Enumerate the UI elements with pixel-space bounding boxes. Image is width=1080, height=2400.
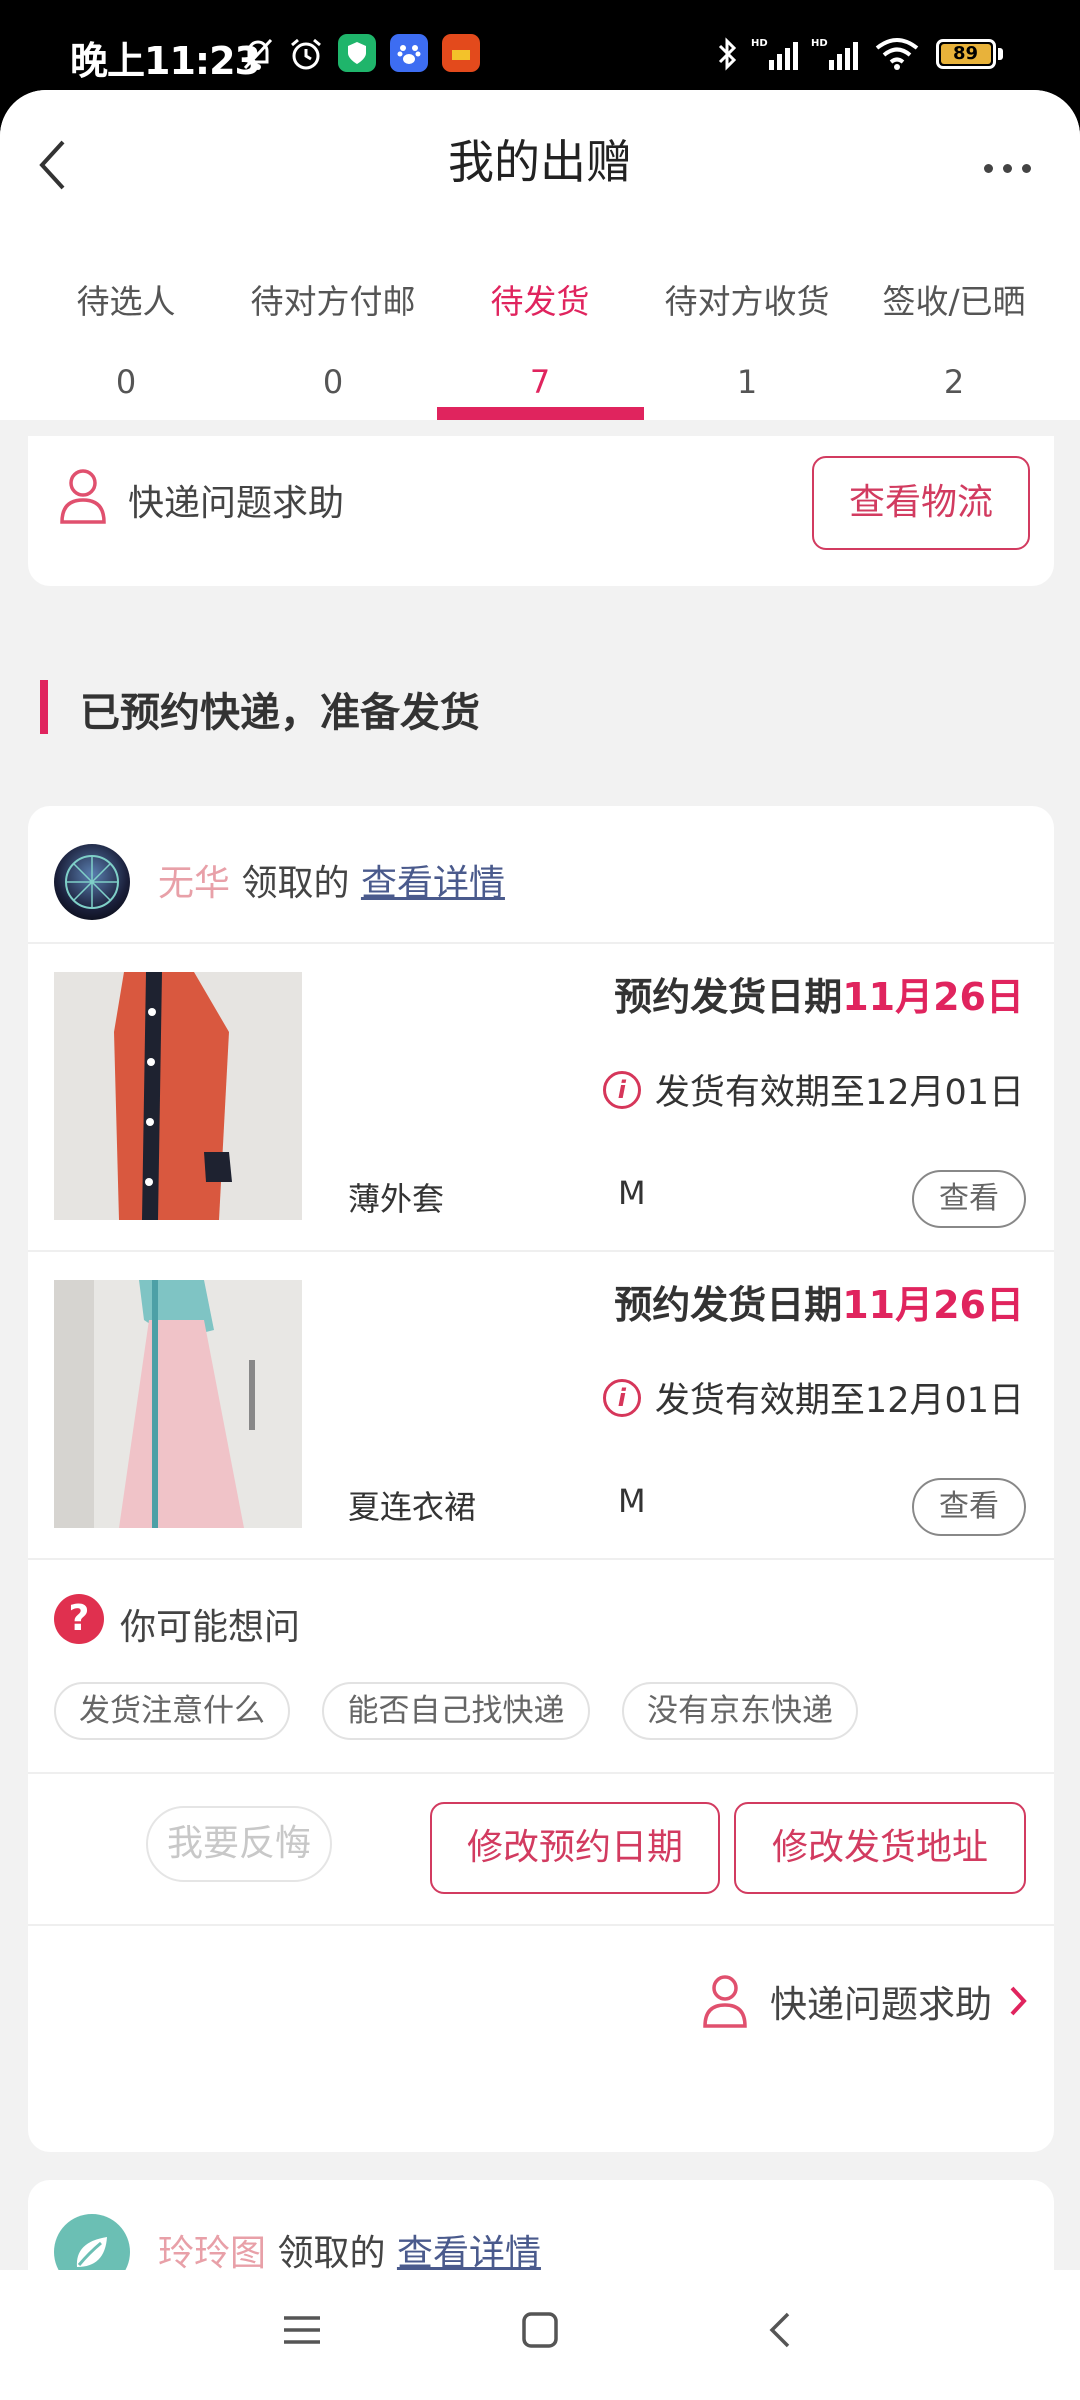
shipping-date-label: 预约发货日期 — [614, 975, 843, 1019]
svg-text:HD: HD — [751, 38, 768, 49]
home-square-icon — [522, 2312, 558, 2348]
valid-until-text: 发货有效期至12月01日 — [654, 1381, 1024, 1421]
faq-chip[interactable]: 没有京东快递 — [622, 1682, 858, 1740]
tab-label: 签收/已晒 — [882, 282, 1026, 321]
tab-count: 0 — [115, 363, 137, 401]
info-icon: i — [602, 1070, 641, 1109]
back-nav-button[interactable] — [760, 2310, 800, 2350]
more-icon — [984, 163, 1031, 173]
tab-signed-shared[interactable]: 签收/已晒 2 — [850, 275, 1058, 401]
receiver-name[interactable]: 无华 — [158, 863, 230, 904]
battery-icon: 89 — [934, 34, 1004, 74]
valid-until: i 发货有效期至12月01日 — [602, 1064, 1024, 1115]
battery-level: 89 — [940, 44, 991, 64]
menu-nav-button[interactable] — [282, 2310, 322, 2350]
valid-until-text: 发货有效期至12月01日 — [654, 1073, 1024, 1113]
tab-pending-postage[interactable]: 待对方付邮 0 — [229, 275, 437, 401]
shipping-date-label: 预约发货日期 — [614, 1283, 843, 1327]
product-size: M — [618, 1482, 646, 1520]
product-image — [54, 1280, 302, 1528]
tab-label: 待对方收货 — [664, 282, 830, 321]
view-logistics-button[interactable]: 查看物流 — [812, 456, 1030, 550]
express-help-label: 快递问题求助 — [128, 483, 345, 524]
received-label: 领取的 — [277, 2233, 386, 2274]
section-title: 已预约快递，准备发货 — [80, 690, 480, 736]
faq-chip[interactable]: 发货注意什么 — [54, 1682, 290, 1740]
shipping-date-value: 11月26日 — [842, 1283, 1024, 1327]
tab-count: 7 — [529, 363, 551, 401]
bluetooth-icon — [712, 34, 742, 74]
product-image — [54, 972, 302, 1220]
home-nav-button[interactable] — [520, 2310, 560, 2350]
tab-count: 0 — [322, 363, 344, 401]
divider — [28, 1924, 1054, 1926]
chevron-right-icon — [1010, 1986, 1027, 2016]
view-item-button[interactable]: 查看 — [912, 1170, 1026, 1228]
list-item[interactable]: 预约发货日期11月26日 i 发货有效期至12月01日 夏连衣裙 M 查看 — [28, 1252, 1054, 1558]
more-button[interactable] — [984, 148, 1044, 188]
tab-count: 1 — [736, 363, 758, 401]
tab-label: 待发货 — [490, 282, 590, 321]
back-triangle-icon — [769, 2312, 790, 2348]
header: 我的出赠 待选人 0 待对方付邮 0 待发货 7 待对方收货 1 签收/已晒 2 — [0, 90, 1080, 420]
shipping-date-value: 11月26日 — [842, 975, 1024, 1019]
question-icon: ? — [54, 1594, 104, 1644]
bell-off-icon — [238, 34, 278, 74]
shield-app-icon — [338, 34, 376, 72]
list-item[interactable]: 预约发货日期11月26日 i 发货有效期至12月01日 薄外套 M 查看 — [28, 944, 1054, 1250]
express-help-row[interactable]: 快递问题求助 — [648, 1966, 1028, 2036]
status-time: 晚上11:23 — [70, 39, 261, 83]
receiver-line: 无华 领取的 查看详情 — [158, 854, 505, 906]
change-date-button[interactable]: 修改预约日期 — [430, 1802, 720, 1894]
receiver-name[interactable]: 玲玲图 — [158, 2233, 266, 2274]
express-help-card: 快递问题求助 查看物流 — [28, 436, 1054, 586]
receiver-line: 玲玲图 领取的 查看详情 — [158, 2224, 541, 2276]
view-details-link[interactable]: 查看详情 — [397, 2233, 541, 2274]
order-card: 无华 领取的 查看详情 预约发货日期11月26日 i 发货有效期至12月01日 … — [28, 806, 1054, 2152]
express-help-text: 快递问题求助 — [770, 1983, 992, 2026]
person-icon — [703, 1975, 747, 2028]
section-marker — [40, 680, 48, 734]
product-name: 夏连衣裙 — [348, 1488, 477, 1526]
menu-icon — [284, 2316, 320, 2344]
sougou-app-icon — [442, 34, 480, 72]
shipping-date: 预约发货日期11月26日 — [614, 966, 1024, 1021]
baidu-app-icon — [390, 34, 428, 72]
tab-pending-shipment[interactable]: 待发货 7 — [436, 275, 644, 401]
valid-until: i 发货有效期至12月01日 — [602, 1372, 1024, 1423]
product-name: 薄外套 — [348, 1180, 445, 1218]
change-address-button[interactable]: 修改发货地址 — [734, 1802, 1026, 1894]
tab-pending-receipt[interactable]: 待对方收货 1 — [643, 275, 851, 401]
svg-text:HD: HD — [811, 38, 828, 49]
alarm-icon — [286, 34, 326, 74]
shipping-date: 预约发货日期11月26日 — [614, 1274, 1024, 1329]
faq-title: 你可能想问 — [120, 1607, 301, 1648]
avatar[interactable] — [54, 844, 130, 920]
signal-2-icon: HD — [810, 34, 862, 74]
wifi-icon — [872, 34, 922, 74]
person-icon — [58, 466, 108, 526]
tab-label: 待对方付邮 — [250, 282, 416, 321]
page-title: 我的出赠 — [448, 135, 632, 189]
regret-button[interactable]: 我要反悔 — [146, 1806, 332, 1882]
app-window: 我的出赠 待选人 0 待对方付邮 0 待发货 7 待对方收货 1 签收/已晒 2 — [0, 90, 1080, 2400]
divider — [28, 1558, 1054, 1560]
divider — [28, 1772, 1054, 1774]
status-bar: 晚上11:23 HD HD 89 — [0, 0, 1080, 100]
received-label: 领取的 — [241, 863, 350, 904]
tab-indicator — [437, 407, 644, 420]
info-icon: i — [602, 1378, 641, 1417]
faq-chip[interactable]: 能否自己找快递 — [322, 1682, 590, 1740]
view-details-link[interactable]: 查看详情 — [361, 863, 505, 904]
tab-label: 待选人 — [76, 282, 176, 321]
view-item-button[interactable]: 查看 — [912, 1478, 1026, 1536]
tab-count: 2 — [943, 363, 965, 401]
navigation-bar — [0, 2270, 1080, 2400]
tab-pending-select[interactable]: 待选人 0 — [22, 275, 230, 401]
signal-1-icon: HD — [750, 34, 802, 74]
product-size: M — [618, 1174, 646, 1212]
